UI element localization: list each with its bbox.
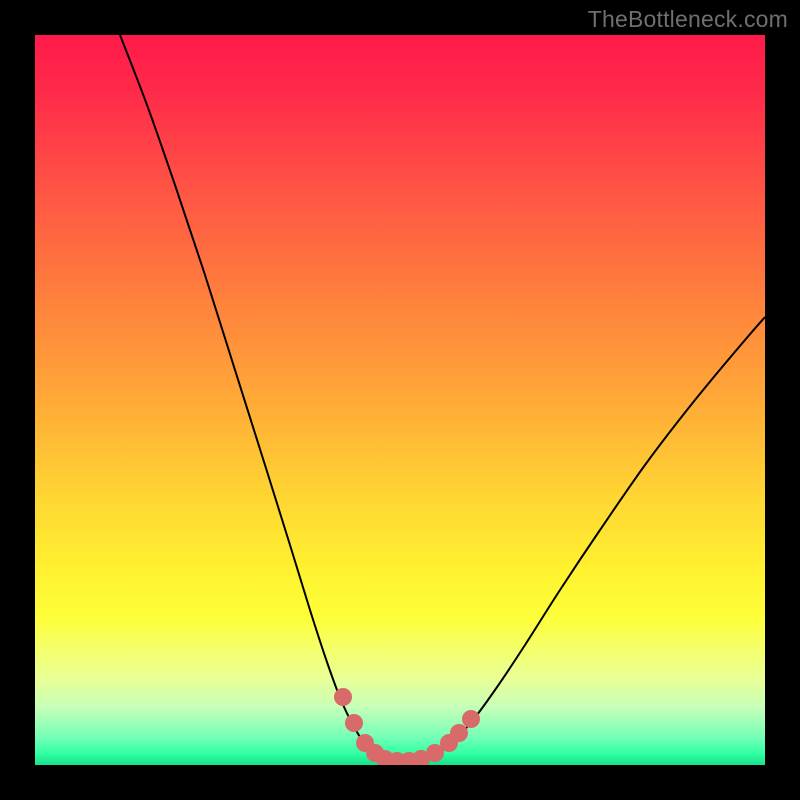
curve-marker <box>462 710 480 728</box>
curve-marker <box>345 714 363 732</box>
curve-path <box>120 35 765 762</box>
curve-markers <box>334 688 480 765</box>
curve-marker <box>334 688 352 706</box>
bottleneck-curve <box>35 35 765 765</box>
plot-area <box>35 35 765 765</box>
chart-frame: TheBottleneck.com <box>0 0 800 800</box>
watermark-text: TheBottleneck.com <box>588 6 788 33</box>
curve-marker <box>450 724 468 742</box>
